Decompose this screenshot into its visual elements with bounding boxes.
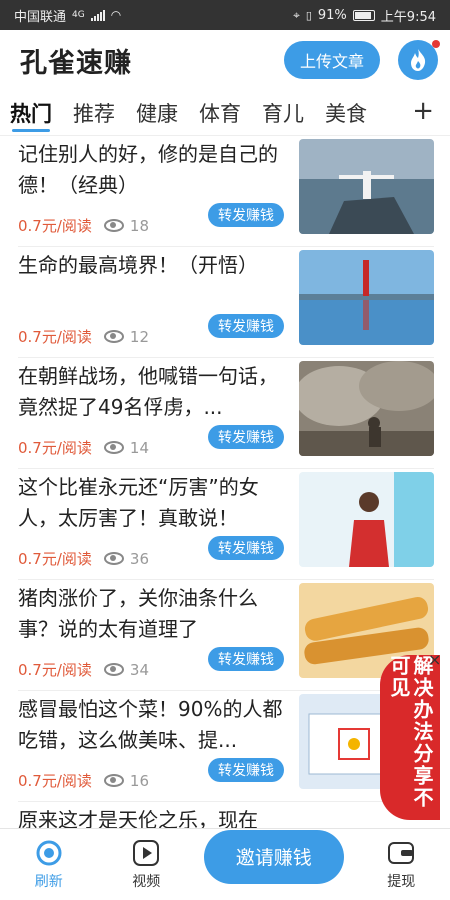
video-play-icon — [132, 839, 160, 867]
view-count: 36 — [129, 549, 150, 568]
refresh-icon — [35, 839, 63, 867]
add-tab-icon[interactable]: + — [412, 96, 434, 126]
list-item[interactable]: 记住别人的好，修的是自己的德！（经典） 0.7元/阅读 18 转发赚钱 — [18, 136, 434, 247]
list-item[interactable]: 感冒最怕这个菜！90%的人都吃错，这么做美味、提... 0.7元/阅读 16 转… — [18, 691, 434, 802]
price-per-read: 0.7元/阅读 — [18, 217, 92, 235]
article-thumbnail[interactable] — [299, 472, 434, 567]
close-icon[interactable]: × — [428, 650, 441, 669]
article-thumbnail[interactable] — [299, 250, 434, 345]
share-earn-button[interactable]: 转发赚钱 — [208, 203, 284, 227]
fire-button[interactable] — [398, 40, 440, 80]
category-tabs: 热门 推荐 健康 体育 育儿 美食 + — [0, 90, 450, 136]
badge-text: 解决办法分享不可见 — [387, 655, 434, 809]
nav-video-label: 视频 — [132, 873, 161, 890]
view-count: 16 — [129, 771, 150, 790]
clock: 上午9:54 — [380, 9, 436, 25]
price-per-read: 0.7元/阅读 — [18, 439, 92, 457]
share-earn-button[interactable]: 转发赚钱 — [208, 647, 284, 671]
solution-share-badge[interactable]: 解决办法分享不可见 — [380, 655, 440, 820]
tab-parenting[interactable]: 育儿 — [262, 90, 304, 136]
status-bar: 中国联通 4G ◠ ⌖ ▯ 91% 上午9:54 — [0, 0, 450, 30]
battery-percent: 91% — [317, 7, 347, 23]
wifi-icon: ◠ — [110, 8, 122, 22]
share-earn-button[interactable]: 转发赚钱 — [208, 536, 284, 560]
battery-icon — [352, 9, 375, 21]
article-title[interactable]: 记住别人的好，修的是自己的德！（经典） — [18, 139, 288, 205]
eye-icon — [103, 330, 124, 343]
view-count: 12 — [129, 327, 150, 346]
article-title[interactable]: 在朝鲜战场，他喊错一句话，竟然捉了49名俘虏，... — [18, 361, 288, 427]
eye-icon — [103, 663, 124, 676]
wallet-icon — [387, 839, 415, 867]
list-item[interactable]: 猪肉涨价了，关你油条什么事？说的太有道理了 0.7元/阅读 34 转发赚钱 — [18, 580, 434, 691]
tab-food[interactable]: 美食 — [325, 90, 367, 136]
bottom-navigation: 刷新 视频 邀请赚钱 提现 — [0, 828, 450, 900]
nav-withdraw-label: 提现 — [387, 873, 416, 890]
view-count: 34 — [129, 660, 150, 679]
vibrate-icon: ▯ — [305, 8, 312, 22]
price-per-read: 0.7元/阅读 — [18, 328, 92, 346]
app-title: 孔雀速赚 — [20, 47, 132, 79]
app-header: 孔雀速赚 上传文章 — [0, 30, 450, 90]
eye-icon — [103, 441, 124, 454]
fire-icon — [411, 49, 426, 71]
invite-earn-button[interactable]: 邀请赚钱 — [203, 829, 344, 884]
tab-sports[interactable]: 体育 — [199, 90, 241, 136]
carrier-label: 中国联通 — [14, 9, 67, 25]
price-per-read: 0.7元/阅读 — [18, 550, 92, 568]
share-earn-button[interactable]: 转发赚钱 — [208, 425, 284, 449]
list-item[interactable]: 这个比崔永元还“厉害”的女人，太厉害了！真敢说！ 0.7元/阅读 36 转发赚钱 — [18, 469, 434, 580]
eye-icon — [103, 552, 124, 565]
tab-hot[interactable]: 热门 — [10, 90, 52, 136]
network-label: 4G — [72, 10, 85, 20]
notification-dot — [432, 40, 440, 48]
list-item[interactable]: 生命的最高境界！（开悟） 0.7元/阅读 12 转发赚钱 — [18, 247, 434, 358]
nav-refresh[interactable]: 刷新 — [9, 839, 89, 891]
price-per-read: 0.7元/阅读 — [18, 772, 92, 790]
article-title[interactable]: 生命的最高境界！（开悟） — [18, 250, 288, 316]
article-thumbnail[interactable] — [299, 139, 434, 234]
list-item[interactable]: 在朝鲜战场，他喊错一句话，竟然捉了49名俘虏，... 0.7元/阅读 14 转发… — [18, 358, 434, 469]
article-title[interactable]: 猪肉涨价了，关你油条什么事？说的太有道理了 — [18, 583, 288, 649]
upload-article-button[interactable]: 上传文章 — [283, 41, 380, 79]
view-count: 14 — [129, 438, 150, 457]
eye-icon — [103, 774, 124, 787]
share-earn-button[interactable]: 转发赚钱 — [208, 758, 284, 782]
location-icon: ⌖ — [293, 7, 300, 22]
article-title[interactable]: 感冒最怕这个菜！90%的人都吃错，这么做美味、提... — [18, 694, 288, 760]
price-per-read: 0.7元/阅读 — [18, 661, 92, 679]
nav-refresh-label: 刷新 — [34, 873, 63, 890]
tab-recommend[interactable]: 推荐 — [73, 90, 115, 136]
tab-health[interactable]: 健康 — [136, 90, 178, 136]
article-thumbnail[interactable] — [299, 361, 434, 456]
nav-video[interactable]: 视频 — [106, 839, 186, 891]
nav-withdraw[interactable]: 提现 — [361, 839, 441, 891]
eye-icon — [103, 219, 124, 232]
article-title[interactable]: 这个比崔永元还“厉害”的女人，太厉害了！真敢说！ — [18, 472, 288, 538]
share-earn-button[interactable]: 转发赚钱 — [208, 314, 284, 338]
view-count: 18 — [129, 216, 150, 235]
signal-icon — [90, 9, 105, 21]
